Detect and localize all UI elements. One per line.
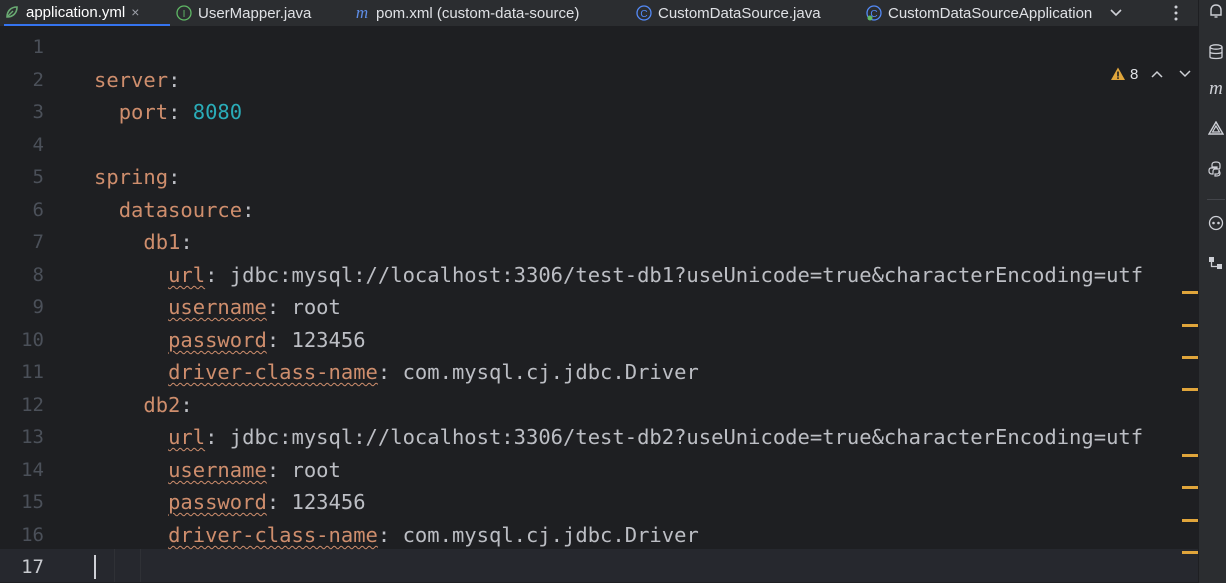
editor-tab-bar: application.yml × I UserMapper.java m po… (0, 0, 1198, 27)
interface-icon: I (176, 5, 192, 21)
warning-stripe-marker[interactable] (1182, 454, 1198, 457)
copilot-icon[interactable] (1207, 214, 1225, 232)
tab-label: UserMapper.java (198, 4, 312, 22)
yaml-key: driver-class-name (168, 523, 378, 547)
warning-stripe-marker[interactable] (1182, 388, 1198, 391)
warning-stripe-marker[interactable] (1182, 291, 1198, 294)
yaml-colon: : (205, 425, 230, 449)
yaml-colon: : (205, 263, 230, 287)
code-line: url: jdbc:mysql://localhost:3306/test-db… (94, 259, 1143, 292)
yaml-colon: : (377, 523, 403, 547)
code-line: driver-class-name: com.mysql.cj.jdbc.Dri… (94, 356, 699, 389)
yaml-value: jdbc:mysql://localhost:3306/test-db2?use… (229, 425, 1144, 449)
code-line: db2: (94, 389, 193, 422)
yaml-colon: : (377, 360, 403, 384)
yaml-key: url (168, 263, 206, 287)
tab-label: CustomDataSourceApplication (888, 4, 1093, 22)
code-line: username: root (94, 291, 341, 324)
structure-icon[interactable] (1207, 254, 1225, 272)
code-line: port: 8080 (94, 96, 242, 129)
ai-assistant-icon[interactable] (1207, 120, 1225, 138)
yaml-key: driver-class-name (168, 360, 378, 384)
text-caret (94, 555, 96, 579)
right-tool-window-bar: m (1198, 0, 1226, 583)
code-line: url: jdbc:mysql://localhost:3306/test-db… (94, 421, 1143, 454)
warning-stripe-marker[interactable] (1182, 486, 1198, 489)
tab-customdatasourceapplication[interactable]: C CustomDataSourceApplication (866, 0, 1116, 26)
yaml-key: port (118, 100, 169, 124)
class-icon: C (636, 5, 652, 21)
yaml-colon: : (266, 458, 292, 482)
code-line: driver-class-name: com.mysql.cj.jdbc.Dri… (94, 519, 699, 552)
code-line: server: (94, 64, 180, 97)
yaml-colon: : (168, 100, 193, 124)
yaml-key: username (168, 458, 267, 482)
yaml-key: datasource (118, 198, 243, 222)
code-line: password: 123456 (94, 324, 366, 357)
code-line: db1: (94, 226, 193, 259)
warning-stripe-marker[interactable] (1182, 551, 1198, 554)
yaml-key: password (168, 328, 267, 352)
yaml-key: url (168, 425, 206, 449)
yaml-value: 123456 (291, 328, 366, 352)
warning-icon (1110, 66, 1126, 82)
tab-label: application.yml (26, 3, 126, 21)
chevron-up-icon[interactable] (1148, 65, 1166, 83)
yaml-value: com.mysql.cj.jdbc.Driver (402, 523, 699, 547)
yaml-key: db2 (143, 393, 181, 417)
yaml-colon: : (168, 68, 181, 92)
warning-stripe-marker[interactable] (1182, 519, 1198, 522)
yaml-colon: : (266, 328, 292, 352)
code-area[interactable]: server: port: 8080 spring: datasource: d… (0, 27, 1198, 583)
yaml-value: com.mysql.cj.jdbc.Driver (402, 360, 699, 384)
notifications-icon[interactable] (1207, 2, 1225, 20)
warning-count: 8 (1130, 65, 1139, 83)
close-icon[interactable]: × (131, 4, 139, 20)
spring-class-icon: C (866, 5, 882, 21)
maven-icon: m (355, 3, 369, 22)
yaml-colon: : (180, 393, 193, 417)
yaml-value: root (291, 295, 341, 319)
yaml-key: server (94, 68, 169, 92)
tab-customdatasource-java[interactable]: C CustomDataSource.java (636, 0, 846, 26)
yaml-value: 123456 (291, 490, 366, 514)
database-icon[interactable] (1207, 43, 1225, 61)
svg-text:C: C (640, 9, 647, 20)
code-line: datasource: (94, 194, 255, 227)
maven-icon[interactable]: m (1207, 78, 1225, 99)
yaml-key: db1 (143, 230, 181, 254)
yaml-value: root (291, 458, 341, 482)
svg-text:I: I (183, 9, 186, 20)
yaml-key: username (168, 295, 267, 319)
toolbar-separator (1207, 199, 1225, 200)
tab-label: pom.xml (custom-data-source) (376, 4, 580, 22)
code-editor[interactable]: 1 2 3 4 5 6 7 8 9 10 11 12 13 14 15 16 1… (0, 27, 1198, 583)
more-vertical-icon[interactable] (1166, 0, 1186, 26)
code-line: username: root (94, 454, 341, 487)
tab-application-yml[interactable]: application.yml × (4, 0, 170, 26)
yaml-key: spring (94, 165, 169, 189)
python-console-icon[interactable] (1207, 160, 1225, 178)
tab-label: CustomDataSource.java (658, 4, 821, 22)
code-line: spring: (94, 161, 180, 194)
tab-usermapper-java[interactable]: I UserMapper.java (176, 0, 336, 26)
warning-stripe-marker[interactable] (1182, 324, 1198, 327)
yaml-value: jdbc:mysql://localhost:3306/test-db1?use… (229, 263, 1144, 287)
yaml-colon: : (266, 490, 292, 514)
yaml-colon: : (266, 295, 292, 319)
yaml-colon: : (242, 198, 255, 222)
yaml-colon: : (180, 230, 193, 254)
chevron-down-icon[interactable] (1106, 0, 1126, 26)
inspection-widget[interactable]: 8 (1110, 63, 1194, 85)
chevron-down-icon[interactable] (1176, 65, 1194, 83)
code-line: password: 123456 (94, 486, 366, 519)
warning-stripe-marker[interactable] (1182, 356, 1198, 359)
yaml-value: 8080 (192, 100, 243, 124)
tab-pom-xml[interactable]: m pom.xml (custom-data-source) (354, 0, 616, 26)
yaml-icon (4, 4, 20, 20)
yaml-key: password (168, 490, 267, 514)
yaml-colon: : (168, 165, 181, 189)
